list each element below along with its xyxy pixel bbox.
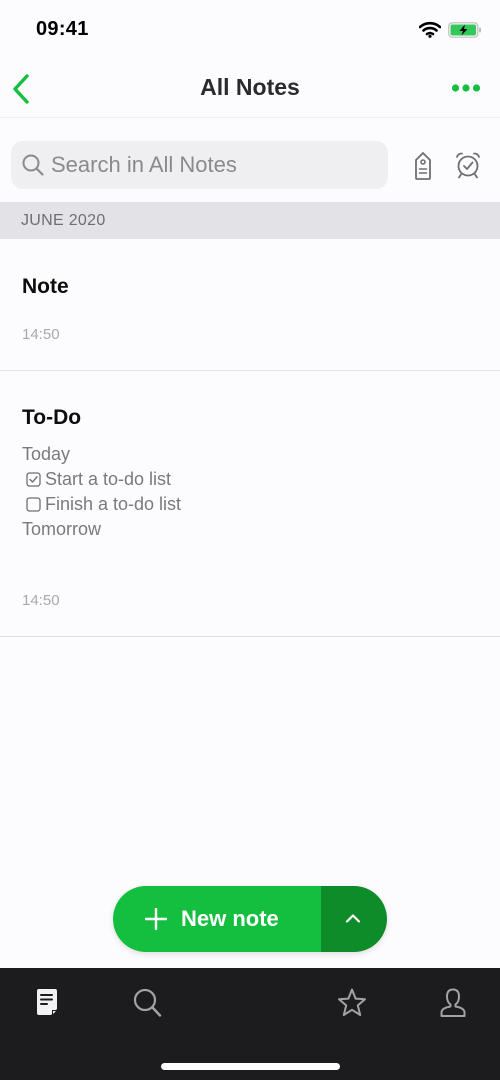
search-icon xyxy=(22,154,44,176)
battery-charging-icon xyxy=(448,22,481,38)
search-placeholder: Search in All Notes xyxy=(51,152,237,177)
notes-icon xyxy=(37,989,57,1015)
tab-account[interactable] xyxy=(436,986,470,1020)
reminder-alarm-icon[interactable] xyxy=(454,151,482,179)
tag-icon[interactable] xyxy=(410,151,436,181)
note-time: 14:50 xyxy=(22,326,60,343)
todo-item-unchecked: Finish a to-do list xyxy=(26,494,181,515)
todo-text: Start a to-do list xyxy=(45,469,172,489)
plus-icon xyxy=(145,908,167,930)
checkbox-empty-icon xyxy=(26,497,41,512)
new-note-label: New note xyxy=(181,906,279,931)
wifi-icon xyxy=(419,21,441,38)
search-row: Search in All Notes xyxy=(0,118,500,202)
account-icon xyxy=(440,988,466,1017)
note-list-item[interactable]: Note 14:50 xyxy=(0,239,500,371)
new-note-button[interactable]: New note xyxy=(113,886,321,952)
note-snippet-line: Tomorrow xyxy=(22,519,102,539)
page-title: All Notes xyxy=(200,74,300,100)
note-snippet-line: Today xyxy=(22,444,71,464)
checkbox-checked-icon xyxy=(26,472,41,487)
search-icon xyxy=(133,988,162,1017)
navigation-bar: All Notes xyxy=(0,60,500,118)
note-list-item[interactable]: To-Do Today Start a to-do list Finish a … xyxy=(0,371,500,637)
star-icon xyxy=(338,988,366,1016)
status-bar: 09:41 xyxy=(0,0,500,60)
note-title: To-Do xyxy=(22,406,82,429)
tab-notes[interactable] xyxy=(30,986,64,1020)
section-header: JUNE 2020 xyxy=(0,202,500,239)
section-header-label: JUNE 2020 xyxy=(21,212,106,229)
new-note-options-button[interactable] xyxy=(321,886,387,952)
tab-shortcuts[interactable] xyxy=(335,986,369,1020)
new-note-split-button: New note xyxy=(113,886,387,952)
tab-search[interactable] xyxy=(131,986,165,1020)
status-time: 09:41 xyxy=(36,18,89,40)
search-input[interactable]: Search in All Notes xyxy=(11,141,388,189)
home-indicator[interactable] xyxy=(161,1063,340,1070)
todo-text: Finish a to-do list xyxy=(45,494,182,514)
more-dots-icon[interactable] xyxy=(451,81,481,95)
chevron-up-icon xyxy=(345,914,361,923)
todo-item-checked: Start a to-do list xyxy=(26,469,171,490)
note-time: 14:50 xyxy=(22,592,60,609)
note-title: Note xyxy=(22,275,69,298)
divider xyxy=(0,636,500,637)
